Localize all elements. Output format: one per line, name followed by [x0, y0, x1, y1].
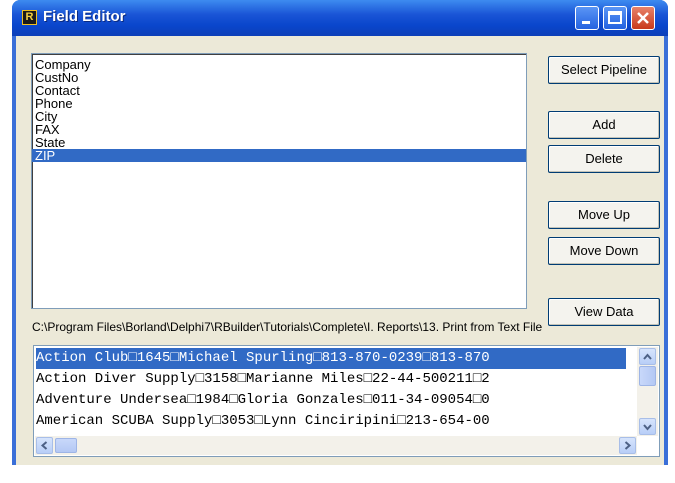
close-button[interactable] — [631, 6, 655, 30]
field-list[interactable]: Company CustNo Contact Phone City FAX St… — [31, 53, 527, 309]
chevron-left-icon — [40, 441, 48, 450]
field-item-state[interactable]: State — [32, 136, 526, 149]
field-item-phone[interactable]: Phone — [32, 97, 526, 110]
select-pipeline-button[interactable]: Select Pipeline — [548, 56, 660, 84]
data-row[interactable]: Adventure Undersea□1984□Gloria Gonzales□… — [36, 390, 626, 411]
field-item-zip[interactable]: ZIP — [32, 149, 526, 162]
close-icon — [637, 12, 649, 24]
data-row[interactable]: Action Diver Supply□3158□Marianne Miles□… — [36, 369, 626, 390]
client-area: Company CustNo Contact Phone City FAX St… — [16, 36, 664, 465]
maximize-button[interactable] — [603, 6, 627, 30]
data-row[interactable]: Action Club□1645□Michael Spurling□813-87… — [36, 348, 626, 369]
chevron-right-icon — [624, 441, 632, 450]
field-editor-window: R Field Editor Company CustNo Contact Ph… — [12, 0, 668, 465]
horizontal-scrollbar[interactable] — [35, 436, 637, 455]
field-item-city[interactable]: City — [32, 110, 526, 123]
scroll-down-button[interactable] — [639, 418, 656, 435]
field-item-fax[interactable]: FAX — [32, 123, 526, 136]
horizontal-scroll-thumb[interactable] — [55, 438, 77, 453]
scroll-right-button[interactable] — [619, 437, 636, 454]
chevron-up-icon — [643, 353, 652, 360]
scroll-up-button[interactable] — [639, 348, 656, 365]
scroll-left-button[interactable] — [36, 437, 53, 454]
minimize-button[interactable] — [575, 6, 599, 30]
field-item-company[interactable]: Company — [32, 58, 526, 71]
add-button[interactable]: Add — [548, 111, 660, 139]
chevron-down-icon — [643, 424, 652, 431]
field-item-contact[interactable]: Contact — [32, 84, 526, 97]
field-item-custno[interactable]: CustNo — [32, 71, 526, 84]
app-icon: R — [22, 10, 37, 25]
delete-button[interactable]: Delete — [548, 145, 660, 173]
data-row[interactable]: American SCUBA Supply□3053□Lynn Cincirip… — [36, 411, 626, 432]
move-down-button[interactable]: Move Down — [548, 237, 660, 265]
file-path-label: C:\Program Files\Borland\Delphi7\RBuilde… — [32, 320, 543, 334]
vertical-scroll-thumb[interactable] — [639, 366, 656, 386]
title-bar[interactable]: R Field Editor — [12, 0, 668, 36]
window-title: Field Editor — [43, 8, 126, 25]
move-up-button[interactable]: Move Up — [548, 201, 660, 229]
vertical-scrollbar[interactable] — [637, 347, 658, 436]
maximize-icon — [608, 11, 622, 24]
minimize-icon — [582, 21, 590, 24]
data-preview-list[interactable]: Action Club□1645□Michael Spurling□813-87… — [33, 345, 660, 457]
